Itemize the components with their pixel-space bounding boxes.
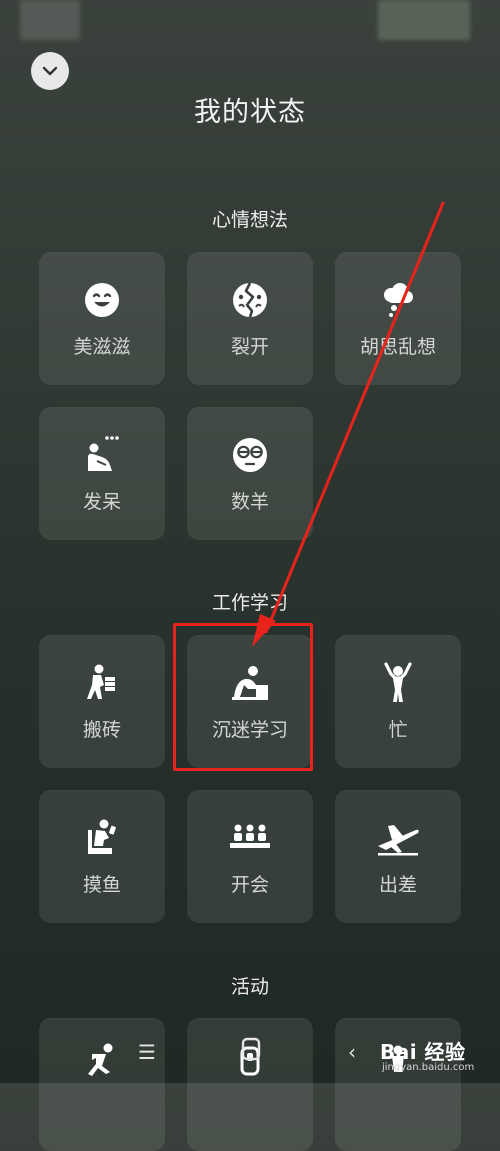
- slacking-person-icon: [88, 819, 116, 854]
- status-tile-moyu[interactable]: 摸鱼: [39, 790, 165, 923]
- status-label: 裂开: [230, 336, 269, 358]
- status-label: 摸鱼: [82, 874, 121, 896]
- highlight-box: [173, 623, 313, 771]
- collapse-button[interactable]: [31, 52, 69, 90]
- status-label: 胡思乱想: [359, 336, 436, 358]
- smile-face-icon: [85, 283, 119, 317]
- baidu-jingyan-watermark: Bai 经验 jingyan.baidu.com: [380, 1036, 496, 1080]
- status-label: 数羊: [230, 491, 269, 513]
- status-label: 开会: [230, 874, 269, 896]
- chevron-down-icon: [42, 66, 58, 76]
- thought-cloud-icon: [384, 283, 413, 317]
- status-tile-meizizi[interactable]: 美滋滋: [39, 252, 165, 385]
- sleepy-face-icon: [233, 438, 267, 472]
- status-label: 发呆: [82, 491, 121, 513]
- section-title-activity: 活动: [230, 976, 269, 998]
- section-title-work: 工作学习: [211, 592, 288, 614]
- status-label: 美滋滋: [73, 336, 131, 358]
- page-title: 我的状态: [194, 97, 306, 128]
- daydream-person-icon: [88, 436, 119, 471]
- status-bar-blur-right: [378, 0, 470, 40]
- status-tile-liekai[interactable]: 裂开: [187, 252, 313, 385]
- carry-bricks-icon: [87, 664, 115, 699]
- busy-person-icon: [384, 662, 412, 702]
- section-title-mood: 心情想法: [211, 209, 288, 231]
- back-icon[interactable]: ‹: [348, 1040, 356, 1064]
- status-tile-shuyang[interactable]: 数羊: [187, 407, 313, 540]
- menu-icon[interactable]: ☰: [138, 1040, 156, 1064]
- status-tile-kaihui[interactable]: 开会: [187, 790, 313, 923]
- status-label: 忙: [388, 719, 408, 741]
- status-label: 出差: [378, 874, 417, 896]
- home-icon[interactable]: [240, 1036, 262, 1067]
- status-tile-husiluanxiang[interactable]: 胡思乱想: [335, 252, 461, 385]
- status-tile-banzhuan[interactable]: 搬砖: [39, 635, 165, 768]
- airplane-icon: [378, 825, 419, 856]
- meeting-icon: [230, 824, 270, 848]
- status-label: 搬砖: [82, 719, 121, 741]
- watermark-brand: Bai 经验: [380, 1040, 466, 1064]
- status-tile-fadai[interactable]: 发呆: [39, 407, 165, 540]
- status-tile-chuchai[interactable]: 出差: [335, 790, 461, 923]
- cracked-face-icon: [233, 282, 267, 318]
- status-bar-blur-left: [20, 0, 80, 40]
- status-tile-mang[interactable]: 忙: [335, 635, 461, 768]
- watermark-site: jingyan.baidu.com: [382, 1062, 475, 1073]
